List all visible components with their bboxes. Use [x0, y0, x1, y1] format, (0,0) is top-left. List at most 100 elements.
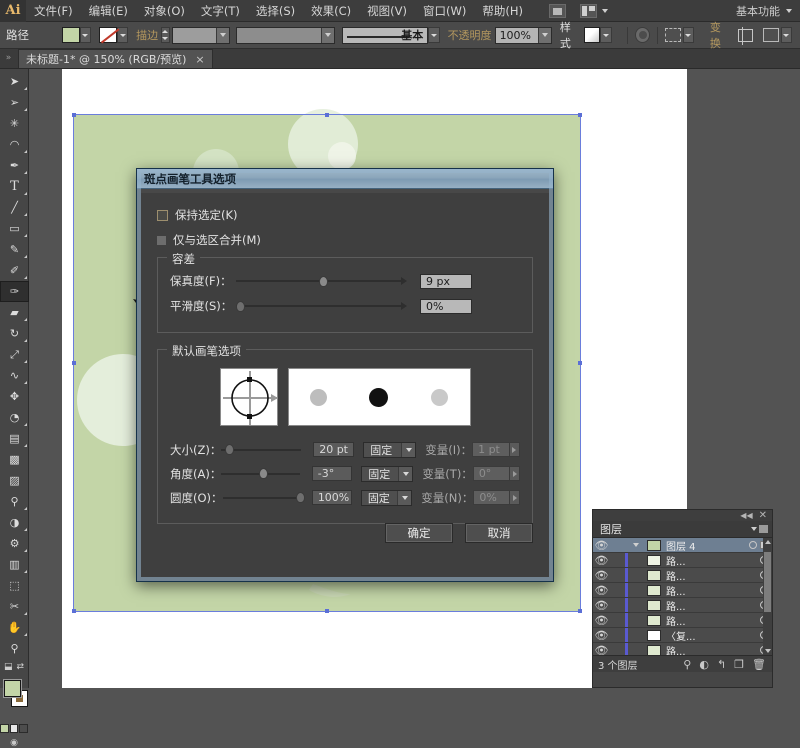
visibility-toggle-icon[interactable]: 👁 — [593, 629, 610, 642]
create-new-sublayer-icon[interactable]: ↰ — [717, 658, 726, 671]
visibility-toggle-icon[interactable]: 👁 — [593, 584, 610, 597]
pencil-tool[interactable]: ✐ — [0, 260, 29, 281]
angle-slider-knob[interactable] — [258, 468, 268, 479]
close-icon[interactable]: ✕ — [759, 510, 767, 521]
layers-list[interactable]: 👁 图层 4 👁 路... 👁 路... 👁 路... 👁 路... 👁 路..… — [593, 538, 772, 655]
gradient-button[interactable] — [9, 724, 19, 733]
direct-selection-tool[interactable]: ➢ — [0, 92, 29, 113]
rotate-tool[interactable]: ↻ — [0, 323, 29, 344]
eraser-tool[interactable]: ▰ — [0, 302, 29, 323]
angle-mode-select[interactable]: 固定 — [361, 465, 414, 482]
roundness-variation-input[interactable]: 0% — [473, 490, 511, 505]
table-row[interactable]: 👁 图层 4 — [593, 538, 772, 553]
arrange-documents-icon[interactable] — [579, 3, 597, 18]
fill-swatch-chevron-down-icon[interactable] — [79, 27, 92, 43]
smoothness-input[interactable]: 0% — [420, 298, 472, 314]
default-colors-icon[interactable]: ⬓ — [4, 662, 13, 672]
transform-label[interactable]: 变换 — [710, 19, 730, 51]
locate-object-icon[interactable]: ⚲ — [683, 658, 691, 671]
chevron-down-icon[interactable] — [629, 543, 643, 547]
menu-view[interactable]: 视图(V) — [359, 0, 415, 22]
size-slider[interactable] — [221, 443, 302, 457]
size-variation-input[interactable]: 1 pt — [472, 442, 510, 457]
stroke-profile-select[interactable] — [236, 26, 335, 44]
gradient-tool[interactable]: ▨ — [0, 470, 29, 491]
workspace-chevron-down-icon[interactable] — [786, 8, 792, 13]
artboard-tool[interactable]: ⬚ — [0, 575, 29, 596]
menu-file[interactable]: 文件(F) — [26, 0, 81, 22]
blend-tool[interactable]: ◑ — [0, 512, 29, 533]
scroll-up-icon[interactable] — [765, 540, 771, 544]
brush-angle-control[interactable] — [219, 368, 278, 426]
stroke-weight-stepper[interactable] — [161, 27, 170, 43]
ok-button[interactable]: 确定 — [385, 523, 453, 543]
bridge-icon[interactable] — [548, 3, 566, 18]
menu-effect[interactable]: 效果(C) — [303, 0, 359, 22]
opacity-icon[interactable] — [634, 27, 650, 43]
scale-tool[interactable]: ⤢ — [0, 344, 29, 365]
layers-panel[interactable]: ◀◀ ✕ 图层 👁 图层 4 👁 路... 👁 路... 👁 路... 👁 路.… — [592, 509, 773, 688]
pen-tool[interactable]: ✒ — [0, 155, 29, 176]
fill-color-swatch[interactable] — [61, 27, 80, 43]
dock-grip-icon[interactable]: » — [0, 48, 18, 68]
merge-only-with-selection-row[interactable]: 仅与选区合并(M) — [157, 232, 533, 248]
color-button[interactable] — [0, 724, 9, 733]
layer-name[interactable]: 路... — [666, 643, 686, 656]
angle-variation-input[interactable]: 0° — [472, 466, 511, 481]
more-options-icon[interactable] — [762, 28, 779, 42]
delete-selection-icon[interactable]: 🗑 — [752, 658, 766, 671]
merge-only-with-selection-checkbox[interactable] — [157, 235, 166, 245]
panel-menu-icon[interactable] — [751, 525, 768, 533]
keep-selected-checkbox[interactable] — [157, 209, 168, 221]
size-mode-select[interactable]: 固定 — [363, 441, 417, 458]
keep-selected-row[interactable]: 保持选定(K) — [157, 207, 533, 223]
graphic-style-swatch[interactable] — [584, 27, 601, 43]
slice-tool[interactable]: ✂ — [0, 596, 29, 617]
shape-builder-tool[interactable]: ◔ — [0, 407, 29, 428]
visibility-toggle-icon[interactable]: 👁 — [593, 554, 610, 567]
visibility-toggle-icon[interactable]: 👁 — [593, 539, 610, 552]
blob-brush-tool[interactable]: ✑ — [0, 281, 29, 302]
swap-colors-icon[interactable]: ⇄ — [16, 662, 24, 672]
lasso-tool[interactable]: ◠ — [0, 134, 29, 155]
layer-name[interactable]: 路... — [666, 553, 686, 568]
dashed-line-icon[interactable] — [664, 28, 681, 42]
column-graph-tool[interactable]: ▥ — [0, 554, 29, 575]
document-tab[interactable]: 未标题-1* @ 150% (RGB/预览) × — [18, 49, 213, 68]
roundness-slider[interactable] — [222, 491, 305, 505]
angle-slider[interactable] — [221, 467, 300, 481]
menu-object[interactable]: 对象(O) — [136, 0, 193, 22]
fill-color-control[interactable] — [4, 680, 21, 697]
layers-scrollbar[interactable] — [763, 538, 772, 655]
mesh-tool[interactable]: ▩ — [0, 449, 29, 470]
eyedropper-tool[interactable]: ⚲ — [0, 491, 29, 512]
selection-tool[interactable]: ➤ — [0, 71, 29, 92]
collapse-icon[interactable]: ◀◀ — [740, 511, 752, 520]
roundness-slider-knob[interactable] — [295, 492, 305, 503]
visibility-toggle-icon[interactable]: 👁 — [593, 599, 610, 612]
chevron-down-icon[interactable] — [601, 8, 608, 13]
menu-window[interactable]: 窗口(W) — [415, 0, 474, 22]
dash-chevron-down-icon[interactable] — [682, 27, 694, 43]
layer-name[interactable]: 〈复... — [666, 628, 696, 643]
dialog-title-bar[interactable]: 斑点画笔工具选项 — [137, 169, 553, 189]
table-row[interactable]: 👁 路... — [593, 583, 772, 598]
stroke-color-swatch[interactable] — [99, 27, 117, 43]
workspace-switcher[interactable]: 基本功能 — [736, 3, 780, 19]
stroke-weight-input[interactable] — [171, 26, 230, 44]
menu-edit[interactable]: 编辑(E) — [81, 0, 136, 22]
line-segment-tool[interactable]: ╱ — [0, 197, 29, 218]
layer-name[interactable]: 图层 4 — [666, 538, 696, 553]
roundness-variation-arrow-icon[interactable] — [510, 490, 520, 505]
paintbrush-tool[interactable]: ✎ — [0, 239, 29, 260]
layer-name[interactable]: 路... — [666, 613, 686, 628]
perspective-grid-tool[interactable]: ▤ — [0, 428, 29, 449]
type-tool[interactable]: T — [0, 176, 29, 197]
layers-tab[interactable]: 图层 — [593, 521, 772, 538]
smoothness-slider[interactable] — [236, 299, 407, 313]
fidelity-input[interactable]: 9 px — [420, 273, 472, 289]
target-icon[interactable] — [749, 541, 757, 549]
angle-input[interactable]: -3° — [311, 466, 353, 481]
roundness-mode-select[interactable]: 固定 — [360, 489, 413, 506]
size-slider-knob[interactable] — [224, 444, 234, 455]
